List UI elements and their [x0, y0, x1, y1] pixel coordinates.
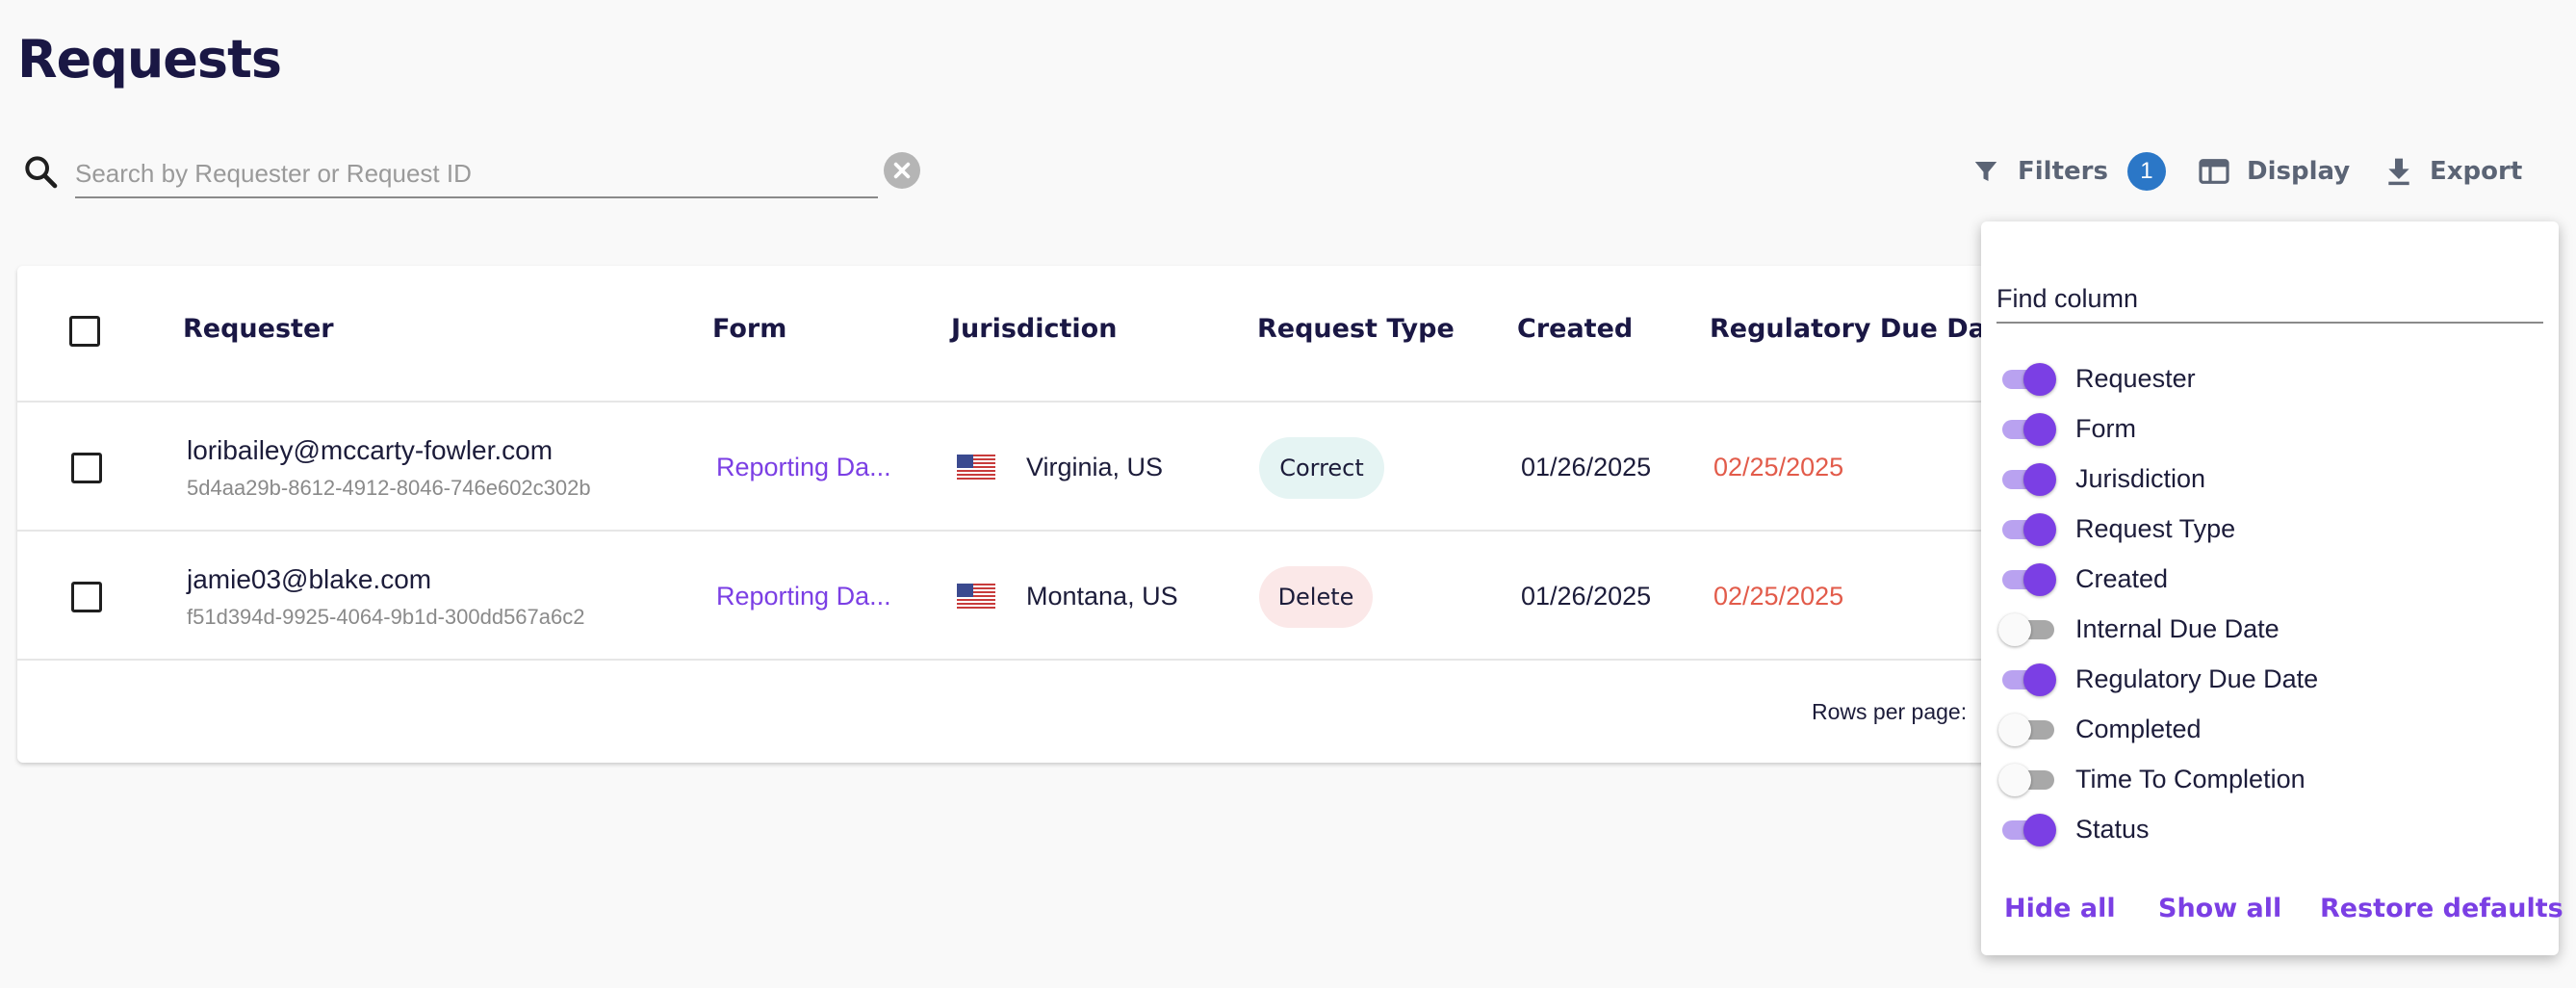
clear-search-icon[interactable] [884, 152, 920, 189]
page-title: Requests [17, 29, 282, 90]
filters-count-badge: 1 [2126, 152, 2166, 191]
column-header-requester[interactable]: Requester [183, 314, 334, 344]
column-toggle-label: Time To Completion [2075, 764, 2306, 793]
column-toggle-label: Jurisdiction [2075, 463, 2206, 493]
download-icon [2388, 158, 2409, 186]
search-bar [17, 144, 922, 202]
column-toggle-label: Requester [2075, 363, 2196, 393]
column-header-form[interactable]: Form [712, 314, 786, 344]
search-input[interactable] [75, 144, 878, 198]
export-label: Export [2430, 157, 2523, 186]
regulatory-due-date: 02/25/2025 [1713, 453, 1844, 481]
column-toggle-regulatory-due-date[interactable]: Regulatory Due Date [1998, 654, 2537, 704]
display-label: Display [2247, 157, 2351, 186]
search-icon [25, 156, 58, 189]
find-column-input[interactable] [1996, 275, 2543, 324]
column-toggle-label: Internal Due Date [2075, 613, 2280, 643]
toggle-switch[interactable] [1998, 610, 2058, 648]
requester-email: loribailey@mccarty-fowler.com [187, 435, 554, 465]
column-header-created[interactable]: Created [1517, 314, 1633, 344]
toggle-switch[interactable] [1998, 359, 2058, 398]
us-flag-icon [957, 584, 995, 609]
created-date: 01/26/2025 [1521, 582, 1652, 611]
column-header-regulatory-due-date[interactable]: Regulatory Due Date [1710, 314, 2016, 344]
toggle-switch[interactable] [1998, 710, 2058, 748]
toggle-switch[interactable] [1998, 760, 2058, 798]
toggle-switch[interactable] [1998, 409, 2058, 448]
toggle-switch[interactable] [1998, 459, 2058, 498]
column-toggle-requester[interactable]: Requester [1998, 353, 2537, 403]
display-button[interactable]: Display [2199, 144, 2350, 198]
select-all-checkbox[interactable] [69, 316, 100, 347]
column-toggle-completed[interactable]: Completed [1998, 704, 2537, 754]
regulatory-due-date: 02/25/2025 [1713, 582, 1844, 611]
column-toggle-internal-due-date[interactable]: Internal Due Date [1998, 604, 2537, 654]
jurisdiction-label: Montana, US [1026, 582, 1178, 611]
form-link[interactable]: Reporting Da... [716, 582, 891, 611]
column-toggle-time-to-completion[interactable]: Time To Completion [1998, 754, 2537, 804]
row-checkbox[interactable] [71, 453, 102, 483]
column-toggle-status[interactable]: Status [1998, 804, 2537, 854]
created-date: 01/26/2025 [1521, 453, 1652, 481]
table-row[interactable]: loribailey@mccarty-fowler.com 5d4aa29b-8… [17, 403, 2039, 532]
column-toggle-created[interactable]: Created [1998, 554, 2537, 604]
column-header-request-type[interactable]: Request Type [1257, 314, 1455, 344]
jurisdiction-label: Virginia, US [1026, 453, 1164, 481]
column-toggle-label: Form [2075, 413, 2136, 443]
column-toggle-label: Regulatory Due Date [2075, 663, 2319, 693]
requests-table: Requester Form Jurisdiction Request Type… [17, 266, 2039, 763]
column-visibility-panel: Requester Form Jurisdiction Request Type… [1981, 221, 2563, 955]
restore-defaults-button[interactable]: Restore defaults [2320, 894, 2563, 923]
request-id: f51d394d-9925-4064-9b1d-300dd567a6c2 [187, 605, 585, 629]
column-toggle-label: Request Type [2075, 513, 2236, 543]
toggle-switch[interactable] [1998, 810, 2058, 848]
column-toggle-label: Completed [2075, 714, 2202, 743]
filters-button[interactable]: Filters 1 [1971, 144, 2166, 198]
column-toggle-label: Status [2075, 814, 2150, 844]
request-id: 5d4aa29b-8612-4912-8046-746e602c302b [187, 476, 591, 500]
us-flag-icon [957, 455, 995, 480]
toggle-switch[interactable] [1998, 509, 2058, 548]
hide-all-button[interactable]: Hide all [2004, 894, 2116, 923]
table-row[interactable]: jamie03@blake.com f51d394d-9925-4064-9b1… [17, 532, 2039, 661]
export-button[interactable]: Export [2385, 144, 2522, 198]
request-type-chip: Correct [1259, 437, 1384, 499]
toggle-switch[interactable] [1998, 660, 2058, 698]
column-toggle-request-type[interactable]: Request Type [1998, 504, 2537, 554]
row-checkbox[interactable] [71, 582, 102, 612]
form-link[interactable]: Reporting Da... [716, 453, 891, 482]
column-header-jurisdiction[interactable]: Jurisdiction [951, 314, 1117, 344]
filters-label: Filters [2018, 157, 2108, 186]
show-all-button[interactable]: Show all [2158, 894, 2281, 923]
display-columns-icon [2199, 159, 2229, 184]
column-toggle-label: Created [2075, 563, 2169, 593]
rows-per-page-label: Rows per page: [1812, 699, 1968, 724]
toggle-switch[interactable] [1998, 559, 2058, 598]
column-toggle-jurisdiction[interactable]: Jurisdiction [1998, 454, 2537, 504]
column-toggle-form[interactable]: Form [1998, 403, 2537, 454]
request-type-chip: Delete [1259, 566, 1373, 628]
table-header-row: Requester Form Jurisdiction Request Type… [17, 266, 2039, 403]
requester-email: jamie03@blake.com [187, 564, 432, 594]
filter-icon [1974, 162, 1997, 181]
